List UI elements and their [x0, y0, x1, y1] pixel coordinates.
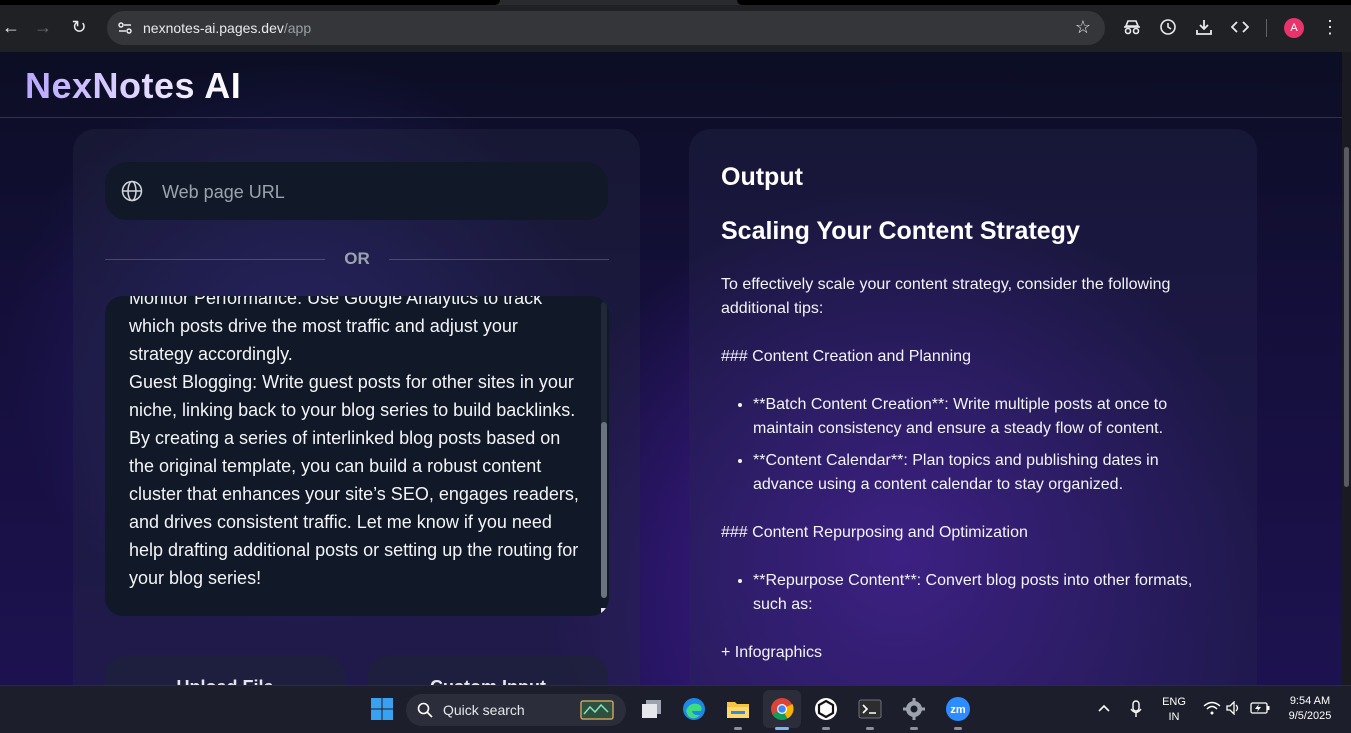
- search-icon: [417, 702, 433, 718]
- url-path: /app: [283, 20, 312, 36]
- output-section-heading: ### Content Repurposing and Optimization: [721, 524, 1028, 541]
- running-indicator: [910, 727, 918, 730]
- toolbar-divider: [1266, 19, 1267, 37]
- search-highlight-icon: [580, 700, 614, 720]
- address-bar[interactable]: nexnotes-ai.pages.dev/app ☆: [107, 11, 1105, 45]
- browser-chrome: ← → ↻ nexnotes-ai.pages.dev/app ☆ A ⋮: [0, 0, 1351, 52]
- textarea-scroll-thumb[interactable]: [601, 422, 607, 598]
- windows-start-icon[interactable]: [369, 696, 395, 722]
- resize-handle-icon[interactable]: [601, 608, 608, 615]
- terminal-icon[interactable]: [857, 696, 883, 722]
- site-info-icon[interactable]: [117, 20, 133, 36]
- url-text: nexnotes-ai.pages.dev/app: [143, 20, 311, 36]
- output-list: **Batch Content Creation**: Write multip…: [721, 393, 1221, 497]
- text-input-content[interactable]: Monitor Performance: Use Google Analytic…: [129, 296, 579, 592]
- edge-icon[interactable]: [681, 696, 707, 722]
- url-input[interactable]: [160, 177, 584, 207]
- app-header: NexNotes AI: [0, 52, 1342, 118]
- url-field[interactable]: [105, 162, 608, 220]
- page: NexNotes AI OR Monitor Performance: Use …: [0, 52, 1342, 685]
- running-indicator: [866, 727, 874, 730]
- output-title: Output: [721, 163, 803, 191]
- or-divider: OR: [105, 248, 609, 270]
- region-code: IN: [1168, 711, 1180, 723]
- output-panel: Output Scaling Your Content Strategy To …: [689, 129, 1257, 685]
- running-indicator: [954, 727, 962, 730]
- settings-gear-icon[interactable]: [901, 696, 927, 722]
- output-body: To effectively scale your content strate…: [721, 273, 1221, 685]
- clock[interactable]: 9:54 AM 9/5/2025: [1280, 694, 1340, 724]
- incognito-icon[interactable]: [1122, 17, 1142, 37]
- clock-date: 9/5/2025: [1288, 710, 1332, 722]
- search-label: Quick search: [443, 702, 525, 718]
- output-list-item: **Content Calendar**: Plan topics and pu…: [753, 449, 1221, 497]
- forward-icon[interactable]: →: [32, 16, 54, 38]
- menu-kebab-icon[interactable]: ⋮: [1319, 16, 1341, 38]
- task-view-icon[interactable]: [639, 696, 665, 722]
- output-intro: To effectively scale your content strate…: [721, 276, 1171, 317]
- chatgpt-icon[interactable]: [813, 696, 839, 722]
- volume-icon[interactable]: [1226, 701, 1242, 715]
- taskbar-search[interactable]: Quick search: [406, 694, 626, 726]
- upload-file-button[interactable]: Upload File: [105, 655, 345, 685]
- output-sub-item: + Infographics: [721, 644, 822, 661]
- history-icon[interactable]: [1158, 17, 1178, 37]
- download-icon[interactable]: [1194, 17, 1214, 37]
- zoom-icon[interactable]: zm: [945, 696, 971, 722]
- bookmark-star-icon[interactable]: ☆: [1075, 17, 1091, 38]
- textarea-scrollbar[interactable]: [601, 302, 607, 598]
- active-indicator: [775, 727, 789, 730]
- brand-logo[interactable]: NexNotes AI: [25, 65, 241, 107]
- file-explorer-icon[interactable]: [725, 696, 751, 722]
- output-list: **Repurpose Content**: Convert blog post…: [721, 569, 1221, 617]
- text-input-area[interactable]: Monitor Performance: Use Google Analytic…: [105, 296, 609, 616]
- output-section-heading: ### Content Creation and Planning: [721, 348, 971, 365]
- text-paragraph: Monitor Performance: Use Google Analytic…: [129, 296, 543, 364]
- text-paragraph: Guest Blogging: Write guest posts for ot…: [129, 372, 576, 420]
- reload-icon[interactable]: ↻: [68, 16, 90, 38]
- output-heading: Scaling Your Content Strategy: [721, 217, 1080, 245]
- chrome-icon[interactable]: [769, 696, 795, 722]
- chevron-up-icon[interactable]: [1097, 703, 1111, 713]
- tab-strip: [0, 0, 1351, 5]
- running-indicator: [822, 727, 830, 730]
- text-paragraph: By creating a series of interlinked blog…: [129, 428, 579, 588]
- wifi-icon[interactable]: [1203, 701, 1221, 715]
- url-host: nexnotes-ai.pages.dev: [143, 20, 284, 36]
- custom-input-button[interactable]: Custom Input: [368, 655, 608, 685]
- svg-text:zm: zm: [950, 704, 966, 716]
- clock-time: 9:54 AM: [1289, 695, 1331, 707]
- globe-icon: [121, 180, 143, 202]
- windows-taskbar: Quick search zm ENG IN 9:54 AM 9/5/2025: [0, 685, 1351, 733]
- running-indicator: [734, 727, 742, 730]
- language-code: ENG: [1162, 696, 1186, 708]
- language-indicator[interactable]: ENG IN: [1158, 695, 1190, 725]
- back-icon[interactable]: ←: [0, 16, 22, 38]
- output-list-item: **Repurpose Content**: Convert blog post…: [753, 569, 1221, 617]
- devtools-icon[interactable]: [1230, 17, 1250, 37]
- battery-icon[interactable]: [1250, 702, 1270, 714]
- output-list-item: **Batch Content Creation**: Write multip…: [753, 393, 1221, 441]
- or-line-right: [389, 259, 609, 260]
- profile-avatar[interactable]: A: [1284, 18, 1304, 38]
- page-scrollbar[interactable]: [1342, 52, 1351, 685]
- tab-left[interactable]: [0, 0, 500, 5]
- microphone-icon[interactable]: [1129, 700, 1143, 718]
- page-scroll-thumb[interactable]: [1344, 147, 1349, 487]
- tab-right[interactable]: [737, 0, 1351, 5]
